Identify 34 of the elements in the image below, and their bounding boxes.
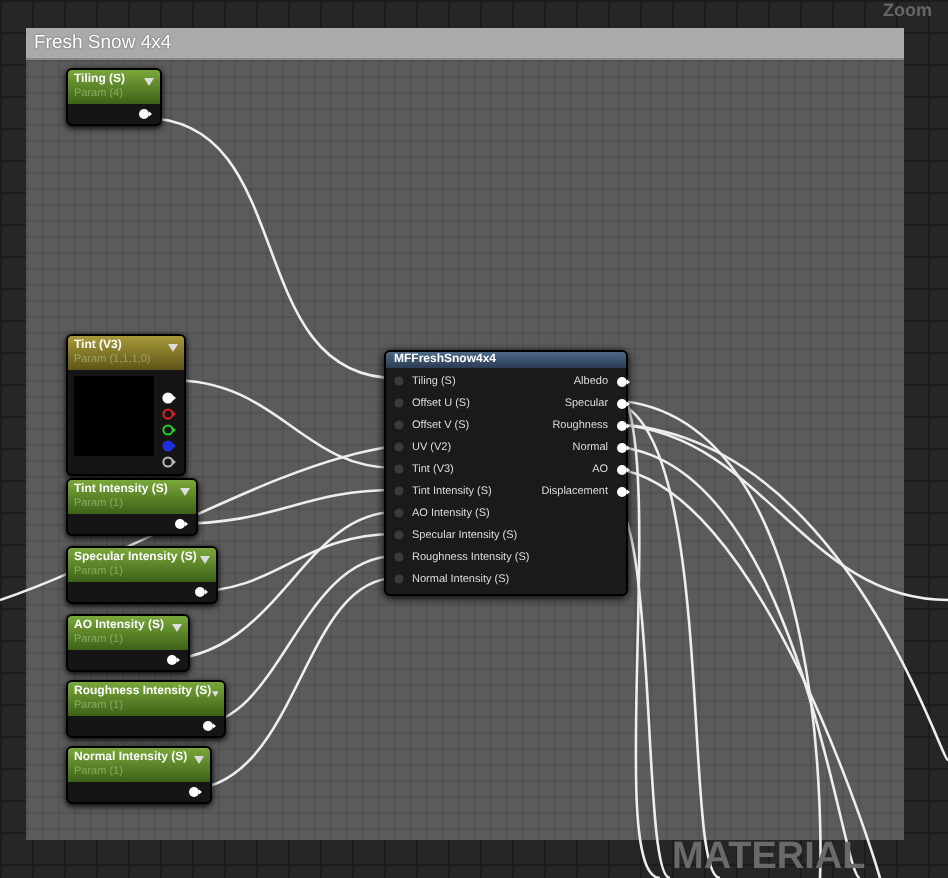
collapse-icon[interactable] xyxy=(168,344,178,352)
input-pin-icon[interactable] xyxy=(394,376,404,386)
output-pin-icon[interactable] xyxy=(616,375,631,387)
output-pin-icon[interactable] xyxy=(162,456,176,468)
output-pin-icon[interactable] xyxy=(616,441,631,453)
output-pin-icon[interactable] xyxy=(616,397,631,409)
output-pin-icon[interactable] xyxy=(616,419,631,431)
input-pin-icon[interactable] xyxy=(394,508,404,518)
output-pin-icon[interactable] xyxy=(616,485,631,497)
input-pin-icon[interactable] xyxy=(394,420,404,430)
collapse-icon[interactable] xyxy=(200,556,210,564)
comment-title: Fresh Snow 4x4 xyxy=(26,28,904,60)
output-pin-icon[interactable] xyxy=(138,108,152,120)
output-pin-icon[interactable] xyxy=(162,424,176,436)
collapse-icon[interactable] xyxy=(194,756,204,764)
collapse-icon[interactable] xyxy=(180,488,190,496)
output-pin-icon[interactable] xyxy=(166,654,180,666)
input-pin-icon[interactable] xyxy=(394,442,404,452)
output-pin-icon[interactable] xyxy=(188,786,202,798)
output-pin-icon[interactable] xyxy=(202,720,216,732)
collapse-icon[interactable] xyxy=(211,690,218,698)
output-pin-icon[interactable] xyxy=(616,463,631,475)
collapse-icon[interactable] xyxy=(172,624,182,632)
input-pin-icon[interactable] xyxy=(394,552,404,562)
output-pin-icon[interactable] xyxy=(194,586,208,598)
input-pin-icon[interactable] xyxy=(394,398,404,408)
output-pin-icon[interactable] xyxy=(174,518,188,530)
input-pin-icon[interactable] xyxy=(394,464,404,474)
input-pin-icon[interactable] xyxy=(394,486,404,496)
collapse-icon[interactable] xyxy=(144,78,154,86)
function-node[interactable] xyxy=(384,350,628,596)
input-pin-icon[interactable] xyxy=(394,530,404,540)
input-pin-icon[interactable] xyxy=(394,574,404,584)
zoom-label: Zoom xyxy=(883,0,932,22)
